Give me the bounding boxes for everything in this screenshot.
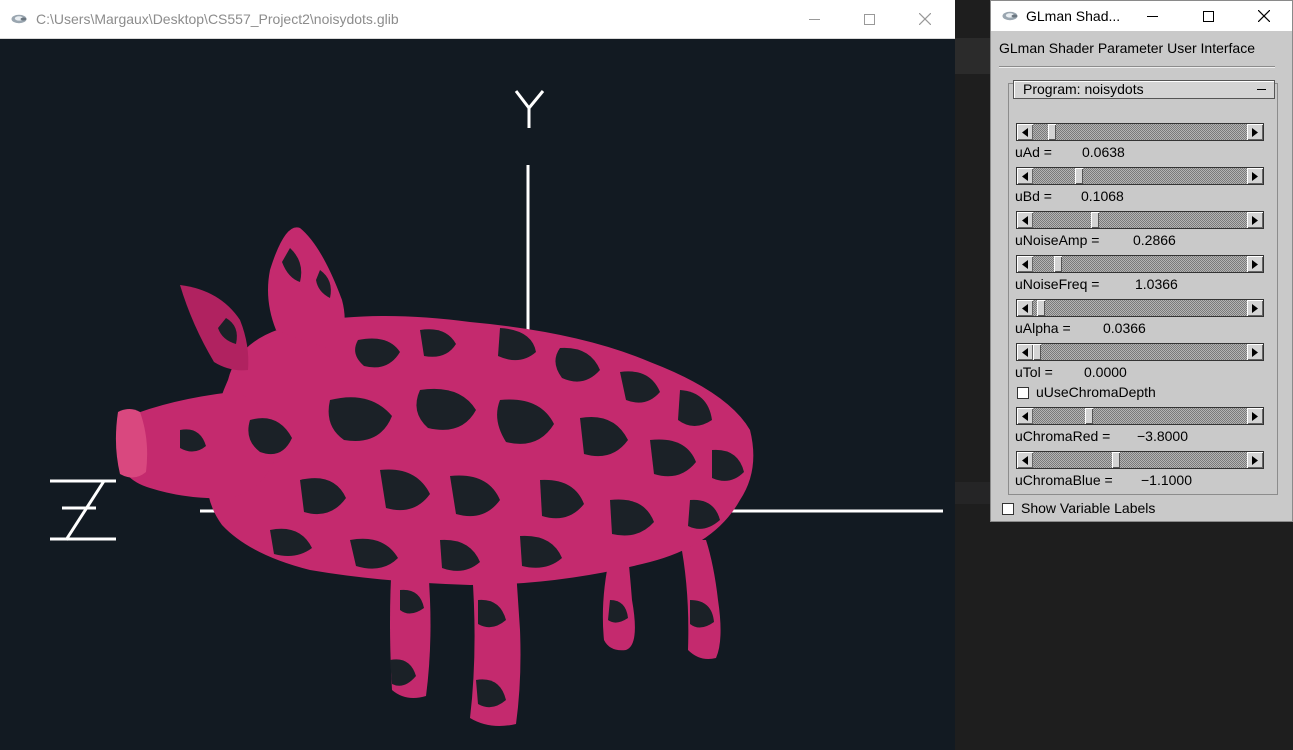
slider-thumb[interactable] (1075, 168, 1083, 184)
slider-left-arrow-icon[interactable] (1017, 212, 1033, 228)
slider-left-arrow-icon[interactable] (1017, 256, 1033, 272)
slider-thumb[interactable] (1112, 452, 1120, 468)
minimize-icon (808, 18, 820, 20)
slider-0[interactable] (1016, 123, 1264, 141)
parameter-window-body: GLman Shader Parameter User Interface Pr… (991, 31, 1292, 521)
glman-app-icon (1001, 9, 1019, 27)
slider-left-arrow-icon[interactable] (1017, 452, 1033, 468)
variable-value: 1.0366 (1135, 276, 1178, 292)
slider-label: uChromaBlue = −1.1000 (1015, 472, 1192, 488)
variable-value: 0.0638 (1082, 144, 1125, 160)
maximize-icon (863, 13, 875, 25)
slider-label: uAd = 0.0638 (1015, 144, 1125, 160)
graphics-window-title: C:\Users\Margaux\Desktop\CS557_Project2\… (36, 11, 399, 27)
use-chroma-depth-label: uUseChromaDepth (1036, 384, 1156, 400)
slider-3[interactable] (1016, 255, 1264, 273)
variable-name: uNoiseFreq = (1015, 276, 1100, 292)
graphics-window-titlebar[interactable]: C:\Users\Margaux\Desktop\CS557_Project2\… (0, 0, 955, 39)
slider-right-arrow-icon[interactable] (1247, 124, 1263, 140)
slider-thumb[interactable] (1048, 124, 1056, 140)
glman-graphics-window: C:\Users\Margaux\Desktop\CS557_Project2\… (0, 0, 955, 750)
program-label: Program: noisydots (1023, 81, 1144, 97)
parameter-ui-heading: GLman Shader Parameter User Interface (999, 40, 1256, 56)
variable-name: uBd = (1015, 188, 1052, 204)
slider-right-arrow-icon[interactable] (1247, 256, 1263, 272)
slider-right-arrow-icon[interactable] (1247, 344, 1263, 360)
variable-value: −3.8000 (1137, 428, 1188, 444)
slider-left-arrow-icon[interactable] (1017, 124, 1033, 140)
slider-thumb[interactable] (1091, 212, 1099, 228)
variable-value: 0.2866 (1133, 232, 1176, 248)
use-chroma-depth-checkbox[interactable] (1017, 387, 1029, 399)
variable-value: 0.0366 (1103, 320, 1146, 336)
slider-label: uTol = 0.0000 (1015, 364, 1127, 380)
parameter-window-title: GLman Shad... (1026, 8, 1121, 24)
slider-5[interactable] (1016, 343, 1264, 361)
collapse-icon (1257, 89, 1266, 90)
slider-thumb[interactable] (1085, 408, 1093, 424)
slider-left-arrow-icon[interactable] (1017, 408, 1033, 424)
show-variable-labels-label: Show Variable Labels (1021, 500, 1156, 516)
minimize-button[interactable] (1129, 1, 1175, 31)
slider-2[interactable] (1016, 211, 1264, 229)
variable-value: −1.1000 (1141, 472, 1192, 488)
slider-thumb[interactable] (1033, 344, 1041, 360)
minimize-icon (1146, 15, 1158, 17)
slider-right-arrow-icon[interactable] (1247, 212, 1263, 228)
variable-name: uChromaRed = (1015, 428, 1111, 444)
variable-name: uNoiseAmp = (1015, 232, 1100, 248)
slider-right-arrow-icon[interactable] (1247, 452, 1263, 468)
slider-thumb[interactable] (1037, 300, 1045, 316)
heading-separator (999, 66, 1275, 68)
close-button[interactable] (1241, 1, 1287, 31)
parameter-window-titlebar[interactable]: GLman Shad... (991, 1, 1292, 31)
variable-value: 0.1068 (1081, 188, 1124, 204)
slider-left-arrow-icon[interactable] (1017, 168, 1033, 184)
maximize-button[interactable] (1185, 1, 1231, 31)
slider-label: uAlpha = 0.0366 (1015, 320, 1146, 336)
slider-left-arrow-icon[interactable] (1017, 344, 1033, 360)
slider-right-arrow-icon[interactable] (1247, 168, 1263, 184)
variable-name: uChromaBlue = (1015, 472, 1113, 488)
show-variable-labels-checkbox[interactable] (1002, 503, 1014, 515)
variable-name: uAd = (1015, 144, 1052, 160)
close-icon (1258, 10, 1270, 22)
glman-app-icon (10, 12, 28, 30)
slider-label: uNoiseAmp = 0.2866 (1015, 232, 1176, 248)
slider-1[interactable] (1016, 167, 1264, 185)
variable-name: uAlpha = (1015, 320, 1071, 336)
program-rollout-button[interactable]: Program: noisydots (1013, 80, 1275, 99)
maximize-button[interactable] (846, 0, 892, 38)
slider-label: uNoiseFreq = 1.0366 (1015, 276, 1178, 292)
variable-value: 0.0000 (1084, 364, 1127, 380)
variable-name: uTol = (1015, 364, 1053, 380)
slider-chroma-1[interactable] (1016, 451, 1264, 469)
slider-chroma-0[interactable] (1016, 407, 1264, 425)
slider-left-arrow-icon[interactable] (1017, 300, 1033, 316)
shader-parameter-window: GLman Shad... GLman Shader Parameter Use… (990, 0, 1293, 522)
slider-right-arrow-icon[interactable] (1247, 300, 1263, 316)
slider-thumb[interactable] (1054, 256, 1062, 272)
maximize-icon (1202, 10, 1214, 22)
slider-4[interactable] (1016, 299, 1264, 317)
close-icon (919, 13, 931, 25)
slider-right-arrow-icon[interactable] (1247, 408, 1263, 424)
gl-render-canvas[interactable] (0, 39, 955, 750)
slider-label: uChromaRed = −3.8000 (1015, 428, 1188, 444)
slider-label: uBd = 0.1068 (1015, 188, 1124, 204)
close-button[interactable] (902, 0, 948, 38)
minimize-button[interactable] (791, 0, 837, 38)
